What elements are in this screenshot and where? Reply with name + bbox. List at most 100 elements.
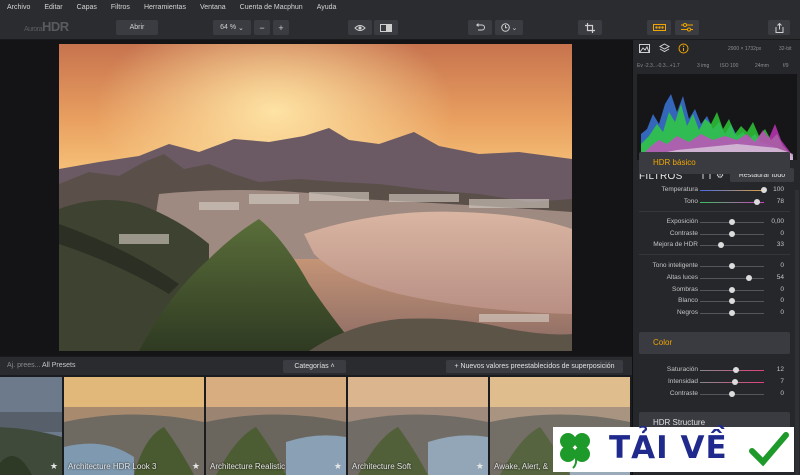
- preset-thumbnail[interactable]: Architecture Realistic ★: [206, 377, 346, 475]
- panel-scrollbar[interactable]: [795, 190, 799, 475]
- preset-name: Architecture Realistic: [210, 462, 286, 471]
- slider-knob[interactable]: [729, 231, 735, 237]
- undo-icon: [476, 23, 485, 31]
- crop-button[interactable]: [578, 20, 602, 35]
- slider-track[interactable]: [700, 190, 764, 191]
- slider-blanco[interactable]: Blanco 0: [639, 296, 790, 307]
- image-canvas[interactable]: [0, 40, 632, 356]
- menu-ayuda[interactable]: Ayuda: [310, 0, 344, 16]
- menu-bar: Archivo Editar Capas Filtros Herramienta…: [0, 0, 800, 16]
- menu-archivo[interactable]: Archivo: [0, 0, 37, 16]
- slider-label: Exposición: [666, 218, 698, 225]
- slider-saturacion[interactable]: Saturación 12: [639, 365, 790, 376]
- watermark: TẢI VỀ: [553, 427, 794, 472]
- slider-temperatura[interactable]: Temperatura 100: [639, 185, 790, 196]
- image-icon[interactable]: [639, 44, 650, 55]
- slider-label: Blanco: [678, 297, 698, 304]
- split-view-icon: [380, 23, 392, 32]
- slider-knob[interactable]: [746, 275, 753, 281]
- zoom-value: 64 %: [220, 24, 237, 31]
- crop-icon: [585, 22, 595, 33]
- bit-depth: 32-bit: [779, 46, 792, 52]
- share-button[interactable]: [768, 20, 790, 35]
- right-panel: 2900 × 1732px 32-bit Ev -2.3...-0.3...+1…: [632, 40, 800, 475]
- slider-mejora-hdr[interactable]: Mejora de HDR 33: [639, 240, 790, 251]
- slider-knob[interactable]: [729, 263, 735, 269]
- menu-capas[interactable]: Capas: [70, 0, 104, 16]
- zoom-in-button[interactable]: +: [273, 20, 289, 35]
- section-color[interactable]: Color: [639, 332, 790, 354]
- section-title: HDR básico: [653, 158, 696, 167]
- preset-thumbnail[interactable]: Architecture Soft ★: [348, 377, 488, 475]
- slider-knob[interactable]: [761, 187, 767, 193]
- preset-name: Awake, Alert, &: [494, 462, 549, 471]
- layers-mode-button[interactable]: [647, 20, 671, 35]
- slider-sombras[interactable]: Sombras 0: [639, 285, 790, 296]
- slider-knob[interactable]: [732, 367, 739, 373]
- presets-filter-value: All Presets: [42, 362, 76, 369]
- slider-value: 0: [780, 262, 784, 269]
- slider-value: 0: [780, 390, 784, 397]
- slider-track[interactable]: [700, 278, 764, 279]
- image-size: 2900 × 1732px: [728, 46, 762, 52]
- menu-filtros[interactable]: Filtros: [104, 0, 137, 16]
- star-icon[interactable]: ★: [50, 461, 58, 472]
- preset-thumbnail[interactable]: k 2★: [0, 377, 62, 475]
- slider-track[interactable]: [700, 370, 764, 371]
- slider-knob[interactable]: [729, 310, 735, 316]
- new-presets-button[interactable]: + Nuevos valores preestablecidos de supe…: [446, 360, 623, 373]
- presets-filter[interactable]: Aj. prees... All Presets: [7, 362, 76, 369]
- zoom-select[interactable]: 64 % ⌄: [213, 20, 251, 35]
- slider-altas-luces[interactable]: Altas luces 54: [639, 273, 790, 284]
- menu-editar[interactable]: Editar: [37, 0, 69, 16]
- menu-cuenta[interactable]: Cuenta de Macphun: [233, 0, 310, 16]
- menu-herramientas[interactable]: Herramientas: [137, 0, 193, 16]
- clock-icon: [500, 23, 510, 32]
- sliders-icon: [681, 23, 693, 32]
- slider-exposicion[interactable]: Exposición 0,00: [639, 217, 790, 228]
- slider-contraste-color[interactable]: Contraste 0: [639, 389, 790, 400]
- exif-exposure: Ev -2.3...-0.3...+1.7: [637, 63, 680, 69]
- slider-knob[interactable]: [731, 379, 738, 385]
- categories-button[interactable]: Categorías ˄: [283, 360, 346, 373]
- slider-track[interactable]: [700, 245, 764, 246]
- section-title: Color: [653, 338, 673, 347]
- clover-icon: [560, 433, 590, 469]
- undo-button[interactable]: [468, 20, 492, 35]
- preset-name: Architecture Soft: [352, 462, 412, 471]
- chevron-down-icon: ⌄: [238, 24, 244, 32]
- slider-label: Tono: [683, 198, 698, 205]
- watermark-text: TẢI VỀ: [609, 430, 728, 466]
- slider-label: Contraste: [669, 390, 698, 397]
- zoom-out-button[interactable]: −: [254, 20, 270, 35]
- eye-icon: [354, 24, 366, 31]
- history-button[interactable]: ⌄: [495, 20, 523, 35]
- section-hdr-basic[interactable]: HDR básico: [639, 152, 790, 174]
- exif-focal: 24mm: [755, 63, 769, 69]
- slider-knob[interactable]: [753, 199, 760, 205]
- star-icon[interactable]: ★: [476, 461, 484, 472]
- star-icon[interactable]: ★: [334, 461, 342, 472]
- slider-tono-inteligente[interactable]: Tono inteligente 0: [639, 261, 790, 272]
- slider-tono[interactable]: Tono 78: [639, 197, 790, 208]
- slider-label: Altas luces: [666, 274, 698, 281]
- slider-negros[interactable]: Negros 0: [639, 308, 790, 319]
- toolbar: AuroraHDR Abrir 64 % ⌄ − + ⌄: [0, 16, 800, 40]
- slider-knob[interactable]: [729, 219, 735, 225]
- star-icon[interactable]: ★: [192, 461, 200, 472]
- slider-knob[interactable]: [729, 287, 735, 293]
- slider-knob[interactable]: [729, 391, 735, 397]
- menu-ventana[interactable]: Ventana: [193, 0, 233, 16]
- preset-thumbnail[interactable]: Architecture HDR Look 3 ★: [64, 377, 204, 475]
- slider-contraste[interactable]: Contraste 0: [639, 229, 790, 240]
- slider-knob[interactable]: [718, 242, 725, 248]
- layers-icon[interactable]: [658, 43, 671, 56]
- share-icon: [775, 22, 783, 33]
- slider-intensidad[interactable]: Intensidad 7: [639, 377, 790, 388]
- slider-knob[interactable]: [729, 298, 735, 304]
- adjustments-button[interactable]: [675, 20, 699, 35]
- preview-button[interactable]: [348, 20, 372, 35]
- compare-button[interactable]: [374, 20, 398, 35]
- info-icon[interactable]: [678, 43, 689, 56]
- open-button[interactable]: Abrir: [116, 20, 158, 35]
